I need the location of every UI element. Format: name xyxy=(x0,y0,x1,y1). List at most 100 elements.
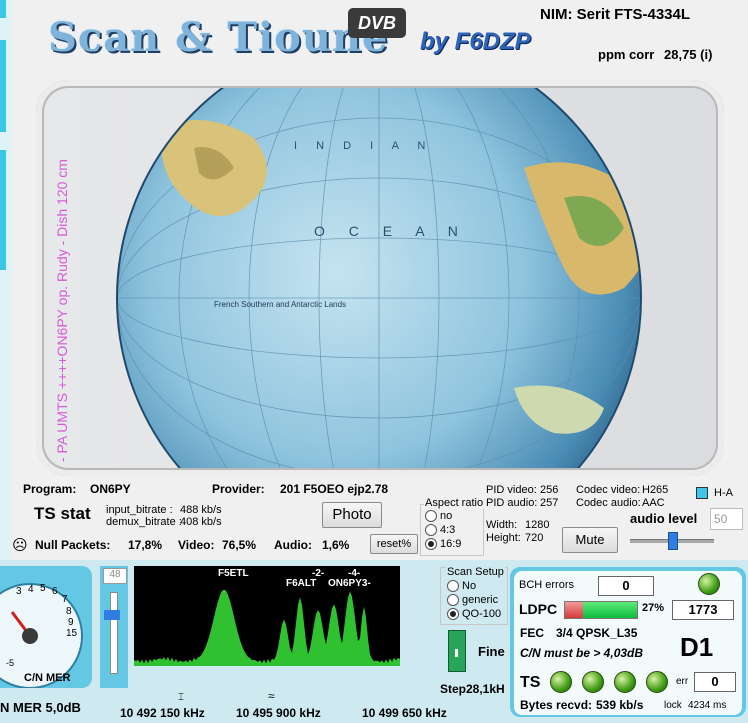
sad-face-icon: ☹ xyxy=(12,537,28,554)
left-edge-panel xyxy=(0,0,12,560)
spectrum-label-on6py3: ON6PY3- xyxy=(328,578,371,589)
frequency-slider-track[interactable] xyxy=(110,592,118,674)
meter-tick: 5 xyxy=(40,583,46,594)
ldpc-label: LDPC xyxy=(519,601,558,617)
meter-tick: 15 xyxy=(66,628,78,639)
width-label: Width: xyxy=(486,519,518,531)
bytes-recvd-label: Bytes recvd: xyxy=(520,698,593,712)
radio-selected-icon xyxy=(447,608,459,621)
logo-dvb-badge: DVB xyxy=(348,8,406,38)
scan-setup-title: Scan Setup xyxy=(446,566,505,578)
freq-tick-3: 10 499 650 kHz xyxy=(362,706,447,720)
spectrum-label-4: -4- xyxy=(348,568,361,579)
app-logo: Scan & Tioune DVB by F6DZP xyxy=(48,8,568,70)
audio-level-input[interactable]: 50 xyxy=(710,508,743,530)
mode-code: D1 xyxy=(680,632,714,662)
radio-selected-icon xyxy=(425,538,437,551)
cn-requirement: C/N must be > 4,03dB xyxy=(520,646,644,660)
freq-tick-1: 10 492 150 kHz xyxy=(120,706,205,720)
meter-tick: 8 xyxy=(66,606,72,617)
codec-audio-value: AAC xyxy=(642,497,665,509)
audio-percent-label: Audio: xyxy=(274,538,312,552)
radio-icon xyxy=(425,510,437,523)
ppm-value: 28,75 (i) xyxy=(664,47,713,62)
frequency-slider-value[interactable]: 48 xyxy=(103,568,127,584)
ts-led-icon xyxy=(614,671,636,693)
ha-checkbox[interactable] xyxy=(696,487,708,499)
ldpc-bar xyxy=(564,601,638,619)
ts-led-icon xyxy=(550,671,572,693)
map-label-ocean: O C E A N xyxy=(314,223,468,239)
reset-percent-button[interactable]: reset% xyxy=(370,534,418,554)
nim-label: NIM: Serit FTS-4334L xyxy=(540,6,691,23)
video-display[interactable]: I N D I A N O C E A N French Southern an… xyxy=(44,88,716,468)
meter-tick: 9 xyxy=(68,617,74,628)
ha-label: H-A xyxy=(714,487,733,499)
audio-level-slider[interactable] xyxy=(630,530,714,550)
ldpc-value: 1773 xyxy=(672,600,734,620)
pid-video-label: PID video: xyxy=(486,484,537,496)
audio-level-label: audio level xyxy=(630,511,698,526)
null-packets-value: 17,8% xyxy=(128,538,163,552)
spectrum-display[interactable]: F5ETL F6ALT ON6PY3- -2- -4- xyxy=(134,566,400,666)
null-packets-label: Null Packets: xyxy=(35,538,111,552)
aspect-option-16-9[interactable]: 16:9 xyxy=(425,538,461,551)
mute-button[interactable]: Mute xyxy=(562,527,618,553)
map-label-lands: French Southern and Antarctic Lands xyxy=(214,300,347,309)
spectrum-label-f6alt: F6ALT xyxy=(286,578,317,589)
bch-led-icon xyxy=(698,573,720,595)
toggle-on-icon xyxy=(455,649,458,657)
bch-errors-value: 0 xyxy=(598,576,654,596)
logo-author: by F6DZP xyxy=(420,28,531,55)
frequency-slider-thumb[interactable] xyxy=(104,610,120,620)
spectrum-tilde-icon: ≈ xyxy=(268,689,275,703)
spectrum-label-2: -2- xyxy=(312,568,325,579)
audio-percent-value: 1,6% xyxy=(322,538,350,552)
scan-option-generic[interactable]: generic xyxy=(447,594,498,607)
radio-icon xyxy=(447,594,459,607)
program-value: ON6PY xyxy=(90,482,131,496)
map-label-indian: I N D I A N xyxy=(294,140,434,152)
input-bitrate-value: 488 kb/s xyxy=(180,504,222,516)
scan-option-no[interactable]: No xyxy=(447,580,476,593)
video-overlay-caption: - PA UMTS ++++ON6PY op. Rudy - Dish 120 … xyxy=(54,159,70,462)
aspect-ratio-title: Aspect ratio xyxy=(424,497,485,509)
cn-mer-meter: 3 4 5 6 7 8 9 15 -5 C/N MER xyxy=(0,566,92,689)
cn-mer-label: C/N MER xyxy=(24,672,71,684)
video-percent-label: Video: xyxy=(178,538,215,552)
meter-tick: 4 xyxy=(28,584,34,595)
width-value: 1280 xyxy=(525,519,550,531)
freq-tick-2: 10 495 900 kHz xyxy=(236,706,321,720)
aspect-option-4-3[interactable]: 4:3 xyxy=(425,524,455,537)
meter-tick: -5 xyxy=(6,658,15,668)
scan-option-qo100[interactable]: QO-100 xyxy=(447,608,501,621)
fec-value: 3/4 QPSK_L35 xyxy=(556,626,638,640)
pid-audio-label: PID audio: xyxy=(486,497,538,509)
photo-button[interactable]: Photo xyxy=(322,502,382,528)
fec-label: FEC xyxy=(520,626,544,640)
ts-led-icon xyxy=(582,671,604,693)
meter-tick: 6 xyxy=(52,586,58,597)
program-label: Program: xyxy=(23,482,77,496)
left-edge-tab xyxy=(0,150,6,270)
cn-mer-gauge xyxy=(0,583,83,689)
aspect-option-no[interactable]: no xyxy=(425,510,452,523)
codec-video-value: H265 xyxy=(642,484,669,496)
ppm-label: ppm corr xyxy=(598,47,655,62)
audio-slider-thumb[interactable] xyxy=(668,532,678,550)
demux-bitrate-label: demux_bitrate : xyxy=(106,516,182,528)
left-edge-tab xyxy=(0,0,6,18)
provider-value: 201 F5OEO ejp2.78 xyxy=(280,482,389,496)
spectrum-label-f5etl: F5ETL xyxy=(218,568,249,579)
pid-video-value: 256 xyxy=(540,484,559,496)
fine-toggle-switch[interactable] xyxy=(448,630,466,672)
step-label: Step28,1kH xyxy=(440,682,505,696)
mer-readout: N MER 5,0dB xyxy=(0,700,81,715)
height-value: 720 xyxy=(525,532,544,544)
left-edge-tab xyxy=(0,40,6,132)
ts-stat-title: TS stat xyxy=(34,504,91,523)
input-bitrate-label: input_bitrate : xyxy=(106,504,173,516)
meter-tick: 3 xyxy=(16,586,22,597)
ldpc-bar-fill xyxy=(583,602,637,618)
spectrum-trace-path xyxy=(134,589,400,666)
